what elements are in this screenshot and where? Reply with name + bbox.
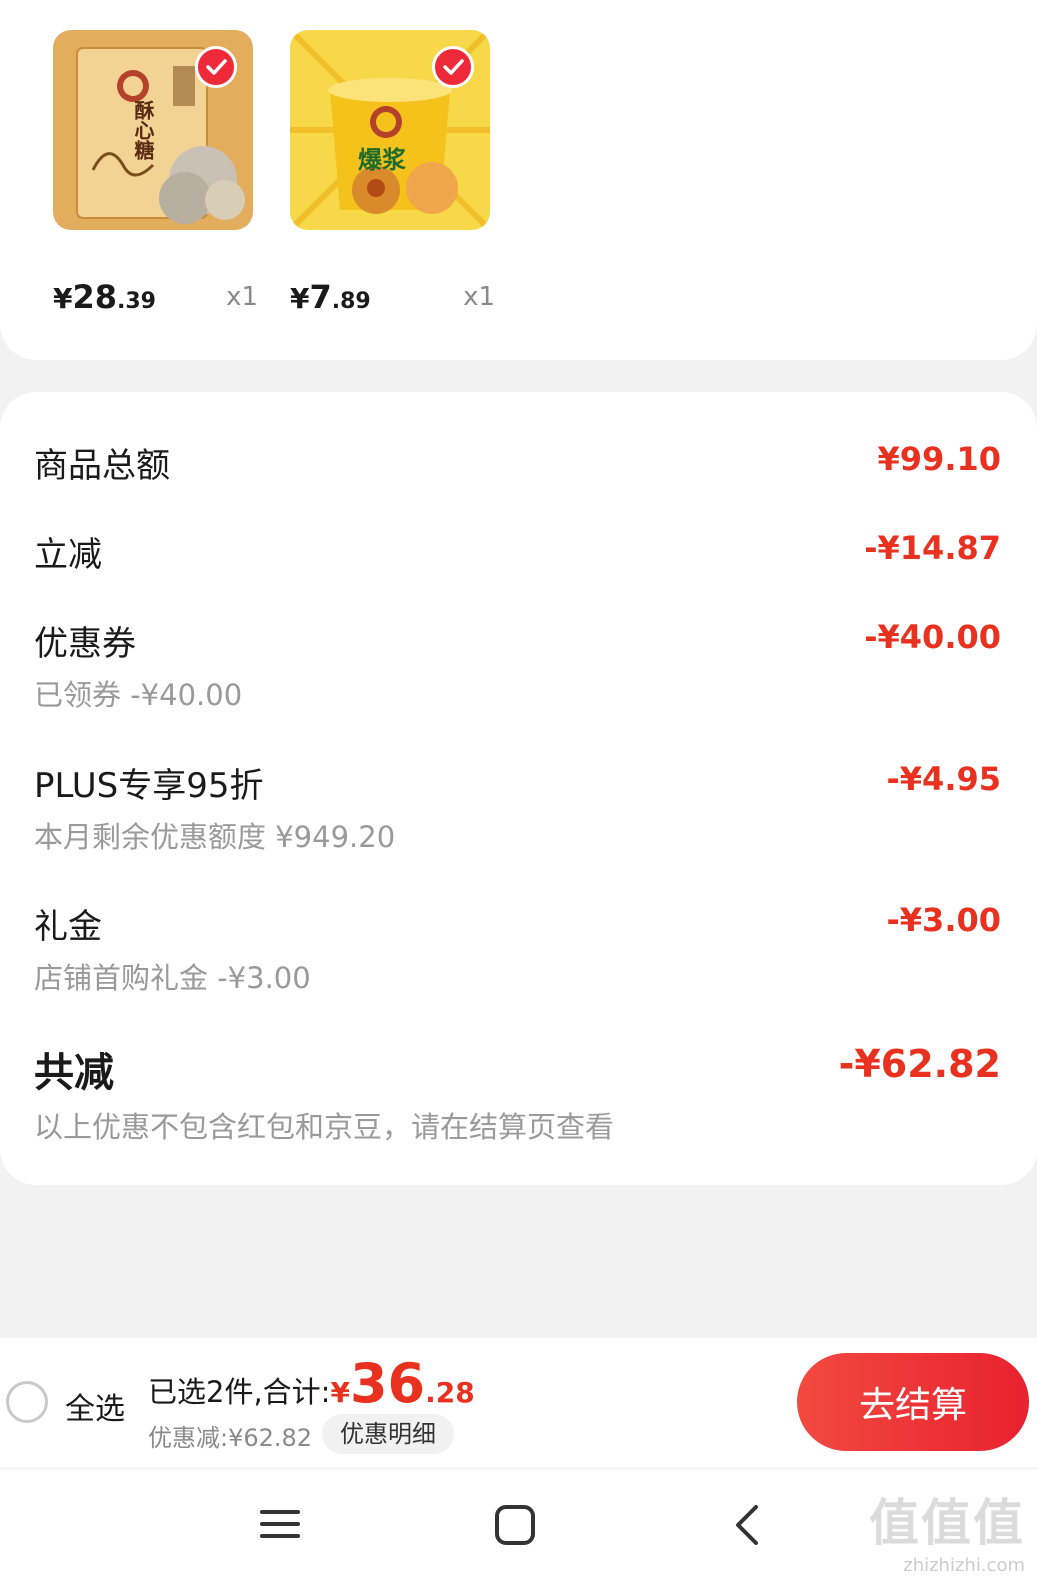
- price-currency: ¥: [290, 282, 310, 315]
- selected-count-text: 已选2件,合计:: [148, 1375, 331, 1409]
- checkout-button[interactable]: 去结算: [797, 1353, 1029, 1451]
- instant-discount-label: 立减: [34, 535, 102, 575]
- selected-total-line: 已选2件,合计:¥36.28: [148, 1352, 475, 1415]
- product-image-snack[interactable]: 爆浆: [290, 30, 490, 230]
- product-item[interactable]: 酥心糖 ¥28.39 x1: [53, 30, 258, 316]
- back-icon[interactable]: [730, 1504, 764, 1550]
- coupon-value: -¥40.00: [864, 618, 1001, 656]
- price-summary-card: 商品总额 ¥99.10 立减 -¥14.87 优惠券 -¥40.00 已领券 -…: [0, 392, 1037, 1185]
- select-all-radio[interactable]: [6, 1381, 48, 1423]
- instant-discount-value: -¥14.87: [864, 529, 1001, 567]
- product-price: ¥28.39: [53, 278, 156, 316]
- price-currency: ¥: [53, 282, 73, 315]
- item-selected-check-icon[interactable]: [432, 46, 474, 88]
- recent-apps-icon[interactable]: [260, 1504, 300, 1548]
- plus-discount-value: -¥4.95: [886, 760, 1002, 798]
- price-integer: 7: [309, 278, 332, 316]
- watermark-url: zhizhizhi.com: [903, 1555, 1025, 1576]
- coupon-label: 优惠券: [34, 624, 136, 664]
- product-quantity: x1: [463, 282, 495, 312]
- price-integer: 28: [72, 278, 118, 316]
- product-price-row: ¥28.39 x1: [53, 278, 258, 318]
- total-integer: 36: [349, 1352, 426, 1415]
- plus-quota-detail: 本月剩余优惠额度 ¥949.20: [34, 820, 396, 854]
- gift-label: 礼金: [34, 907, 102, 947]
- selected-products-card: 酥心糖 ¥28.39 x1 爆浆 ¥7.89 x1: [0, 0, 1037, 360]
- product-item[interactable]: 爆浆 ¥7.89 x1: [290, 30, 495, 316]
- system-navigation-bar: 值值值 zhizhizhi.com: [0, 1468, 1037, 1576]
- coupon-detail: 已领券 -¥40.00: [34, 678, 243, 712]
- gift-detail: 店铺首购礼金 -¥3.00: [34, 961, 311, 995]
- watermark: 值值值 zhizhizhi.com: [869, 1483, 1025, 1576]
- product-package-text: 爆浆: [358, 146, 406, 174]
- product-price: ¥7.89: [290, 278, 371, 316]
- price-decimal: .89: [331, 289, 371, 314]
- price-decimal: .39: [117, 289, 156, 314]
- checkout-action-bar: 全选 已选2件,合计:¥36.28 优惠减:¥62.82 优惠明细 去结算: [0, 1338, 1037, 1468]
- goods-total-value: ¥99.10: [877, 440, 1001, 478]
- watermark-logo: 值值值: [869, 1494, 1025, 1552]
- gift-value: -¥3.00: [886, 901, 1002, 939]
- total-currency: ¥: [330, 1376, 350, 1409]
- home-icon[interactable]: [494, 1504, 536, 1550]
- total-discount-label: 共减: [34, 1050, 114, 1096]
- product-image-candy[interactable]: 酥心糖: [53, 30, 253, 230]
- product-quantity: x1: [226, 282, 258, 312]
- product-price-row: ¥7.89 x1: [290, 278, 495, 318]
- total-decimal: .28: [425, 1376, 475, 1409]
- product-package-text: 酥心糖: [131, 100, 155, 160]
- total-discount-value: -¥62.82: [838, 1042, 1001, 1086]
- total-discount-note: 以上优惠不包含红包和京豆，请在结算页查看: [34, 1110, 615, 1144]
- select-all-label[interactable]: 全选: [65, 1384, 125, 1428]
- goods-total-label: 商品总额: [34, 446, 170, 486]
- discount-summary-text: 优惠减:¥62.82: [148, 1424, 313, 1452]
- discount-detail-button[interactable]: 优惠明细: [322, 1414, 454, 1454]
- plus-discount-label: PLUS专享95折: [34, 766, 264, 806]
- item-selected-check-icon[interactable]: [195, 46, 237, 88]
